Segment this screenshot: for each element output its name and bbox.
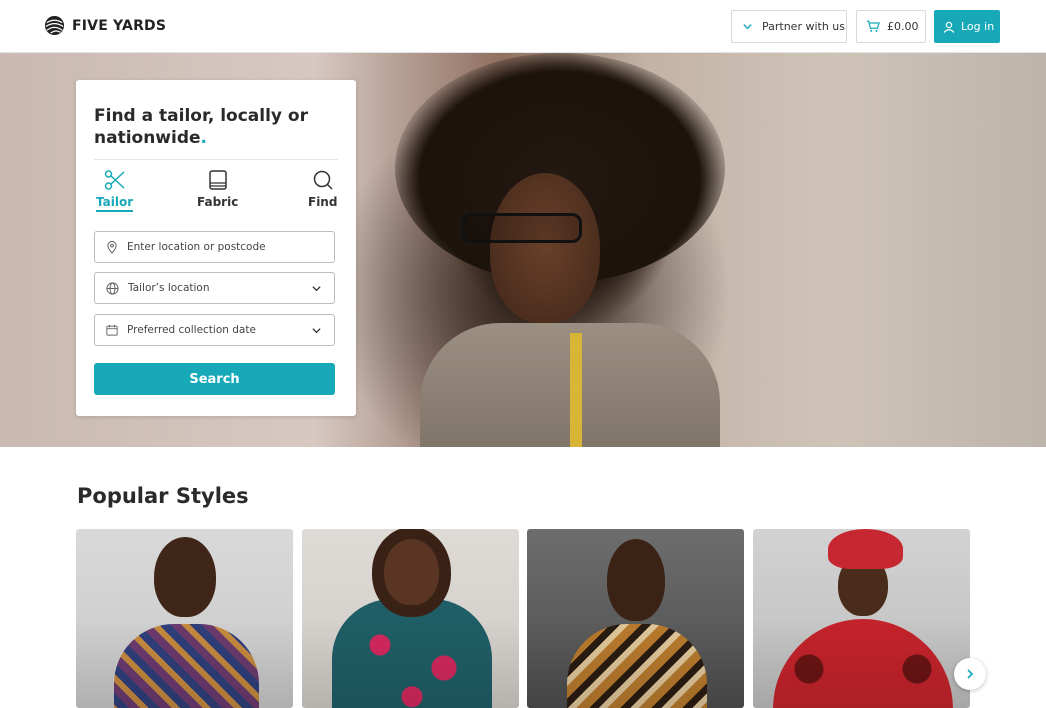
tailor-location-select[interactable]: Tailor’s location <box>94 272 335 304</box>
fabric-icon <box>208 170 227 190</box>
yarn-ball-icon <box>44 15 65 36</box>
tab-tailor[interactable]: Tailor <box>96 168 134 212</box>
cart-button[interactable]: £0.00 <box>856 10 926 43</box>
login-label: Log in <box>961 20 995 33</box>
chevron-down-icon <box>312 286 321 292</box>
chevron-right-icon <box>967 669 974 679</box>
login-button[interactable]: Log in <box>934 10 1000 43</box>
map-pin-icon <box>107 240 117 254</box>
hero-photo-measuring-tape <box>570 333 582 447</box>
style-card[interactable] <box>76 529 293 708</box>
scissors-icon <box>104 170 125 190</box>
title-accent-dot: . <box>200 128 208 148</box>
style-photo-headwrap <box>828 529 903 569</box>
chevron-down-icon <box>743 24 752 30</box>
cart-icon <box>866 20 880 32</box>
partner-with-us-button[interactable]: Partner with us <box>731 10 847 43</box>
hero-photo-glasses <box>462 213 582 243</box>
calendar-icon <box>106 324 118 336</box>
site-header: FIVE YARDS Partner with us £0.00 Log in <box>0 0 1046 53</box>
cart-amount: £0.00 <box>887 20 919 33</box>
location-input[interactable]: Enter location or postcode <box>94 231 335 263</box>
tab-fabric-label: Fabric <box>197 195 239 209</box>
hero-banner: Find a tailor, locally or nationwide. Ta… <box>0 53 1046 447</box>
style-photo-head <box>154 537 216 617</box>
collection-date-select[interactable]: Preferred collection date <box>94 314 335 346</box>
carousel-next-button[interactable] <box>954 658 986 690</box>
tile-shade <box>302 618 519 708</box>
tab-tailor-label: Tailor <box>96 195 134 209</box>
collection-date-value: Preferred collection date <box>127 324 256 336</box>
partner-label: Partner with us <box>762 20 846 33</box>
style-card[interactable] <box>527 529 744 708</box>
card-divider <box>94 159 338 160</box>
search-icon <box>313 170 333 190</box>
style-photo-head <box>607 539 665 621</box>
tailor-search-card: Find a tailor, locally or nationwide. Ta… <box>76 80 356 416</box>
tile-shade <box>76 618 293 708</box>
brand-name: FIVE YARDS <box>72 17 167 34</box>
search-button[interactable]: Search <box>94 363 335 395</box>
tab-fabric[interactable]: Fabric <box>197 168 238 209</box>
location-placeholder: Enter location or postcode <box>127 241 266 253</box>
popular-styles-heading: Popular Styles <box>77 484 249 508</box>
search-card-title: Find a tailor, locally or nationwide. <box>94 105 334 149</box>
user-icon <box>943 21 955 33</box>
globe-icon <box>106 281 119 295</box>
tile-shade <box>753 618 970 708</box>
style-card[interactable] <box>753 529 970 708</box>
tab-find-label: Find <box>308 195 338 209</box>
style-photo-head <box>384 539 439 605</box>
chevron-down-icon <box>312 328 321 334</box>
tab-find[interactable]: Find <box>308 168 337 209</box>
tile-shade <box>527 618 744 708</box>
tailor-location-value: Tailor’s location <box>128 282 210 294</box>
hero-photo-face <box>490 173 600 323</box>
style-card[interactable] <box>302 529 519 708</box>
brand-logo[interactable]: FIVE YARDS <box>44 15 166 36</box>
